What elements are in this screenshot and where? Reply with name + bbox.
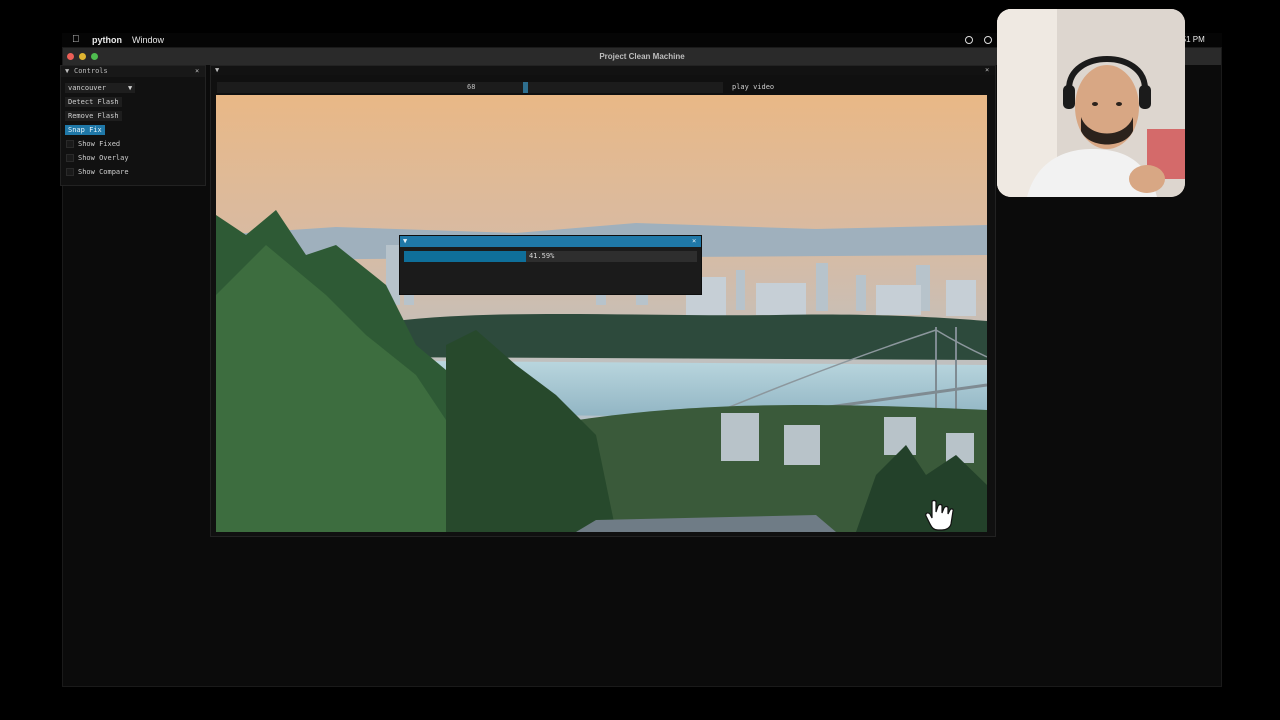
apple-icon[interactable]: 	[72, 34, 80, 45]
close-icon[interactable]: ×	[985, 66, 989, 74]
collapse-arrow-icon[interactable]: ▼	[403, 236, 407, 247]
remove-flash-button[interactable]: Remove Flash	[65, 111, 122, 121]
presenter-image	[997, 9, 1185, 197]
progress-dialog: ▼ × 41.59%	[399, 235, 702, 295]
menu-app-name[interactable]: python	[92, 35, 122, 45]
show-compare-checkbox[interactable]	[66, 168, 74, 176]
preset-dropdown[interactable]: vancouver ▼	[65, 83, 135, 93]
progress-bar: 41.59%	[404, 251, 697, 262]
frame-slider-value: 68	[467, 83, 476, 91]
close-icon[interactable]: ×	[195, 66, 199, 77]
video-panel-header: ▼ ×	[211, 66, 995, 75]
play-video-button[interactable]: play video	[728, 82, 792, 93]
collapse-arrow-icon[interactable]: ▼	[215, 66, 219, 74]
close-icon[interactable]: ×	[692, 236, 696, 247]
menu-window[interactable]: Window	[132, 35, 164, 45]
detect-flash-button[interactable]: Detect Flash	[65, 97, 122, 107]
minimize-window-button[interactable]	[79, 53, 86, 60]
chevron-down-icon[interactable]: ▼	[128, 83, 132, 93]
controls-header[interactable]: ▼ Controls ×	[61, 66, 205, 77]
video-frame	[216, 95, 987, 532]
preset-dropdown-value: vancouver	[68, 84, 106, 92]
frame-slider-grab[interactable]	[523, 82, 528, 93]
webcam-overlay	[997, 9, 1185, 197]
collapse-arrow-icon[interactable]: ▼	[65, 66, 69, 77]
zoom-window-button[interactable]	[91, 53, 98, 60]
progress-bar-fill	[404, 251, 526, 262]
show-overlay-label: Show Overlay	[78, 154, 129, 162]
control-center-icon[interactable]	[984, 36, 992, 44]
progress-dialog-titlebar[interactable]: ▼ ×	[400, 236, 701, 247]
controls-title: Controls	[74, 67, 108, 75]
frame-slider[interactable]: 68	[217, 82, 723, 93]
window-title: Project Clean Machine	[599, 52, 685, 61]
show-fixed-checkbox[interactable]	[66, 140, 74, 148]
show-fixed-label: Show Fixed	[78, 140, 121, 148]
video-panel: ▼ × 68 play video	[210, 65, 996, 537]
controls-panel: ▼ Controls × vancouver ▼ Detect Flash Re…	[60, 65, 206, 186]
snap-fix-button[interactable]: Snap Fix	[65, 125, 105, 135]
show-compare-label: Show Compare	[78, 168, 129, 176]
show-overlay-checkbox[interactable]	[66, 154, 74, 162]
close-window-button[interactable]	[67, 53, 74, 60]
status-icon[interactable]	[965, 36, 973, 44]
progress-percent: 41.59%	[529, 252, 555, 260]
